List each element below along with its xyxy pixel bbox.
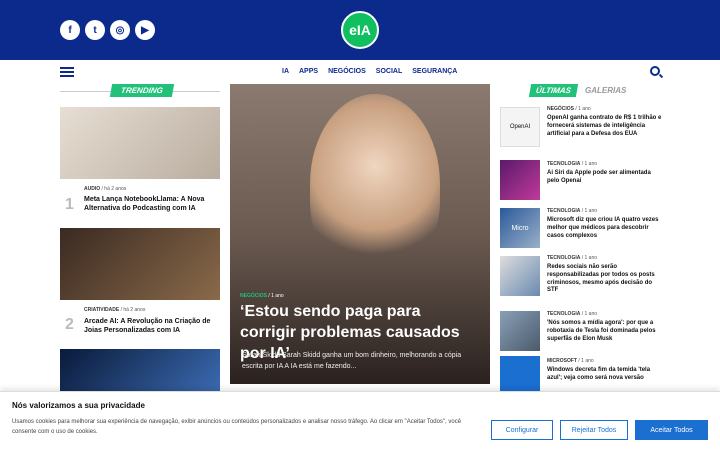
configure-button[interactable]: Configurar bbox=[491, 420, 553, 440]
accept-all-button[interactable]: Aceitar Todos bbox=[635, 420, 708, 440]
latest-title[interactable]: Redes sociais não serão responsabilizada… bbox=[547, 264, 662, 295]
trending-title[interactable]: Arcade AI: A Revolução na Criação de Joi… bbox=[84, 317, 219, 335]
trending-category[interactable]: AUDIO bbox=[84, 186, 100, 192]
latest-category[interactable]: TECNOLOGIA bbox=[547, 161, 580, 167]
cookie-text: Usamos cookies para melhorar sua experiê… bbox=[12, 419, 462, 435]
latest-thumb-4[interactable] bbox=[500, 256, 540, 296]
nav-item-apps[interactable]: APPS bbox=[299, 68, 318, 75]
latest-category[interactable]: TECNOLOGIA bbox=[547, 208, 580, 214]
reject-all-button[interactable]: Rejeitar Todos bbox=[560, 420, 628, 440]
trending-image-2[interactable] bbox=[60, 228, 220, 300]
nav-item-seguranca[interactable]: SEGURANÇA bbox=[412, 68, 457, 75]
latest-meta: TECNOLOGIA / 1 ano bbox=[547, 161, 598, 167]
nav-item-social[interactable]: SOCIAL bbox=[376, 68, 402, 75]
site-logo[interactable]: eIA bbox=[341, 11, 379, 49]
hero-article[interactable]: NEGÓCIOS / 1 ano ‘Estou sendo paga para … bbox=[230, 84, 490, 384]
latest-title[interactable]: OpenAI ganha contrato de R$ 1 trilhão e … bbox=[547, 115, 662, 138]
trending-time: há 2 anos bbox=[104, 186, 127, 192]
latest-time: 1 ano bbox=[584, 255, 598, 261]
latest-meta: TECNOLOGIA / 1 ano bbox=[547, 208, 598, 214]
trending-image-3[interactable] bbox=[60, 349, 220, 391]
trending-number: 1 bbox=[65, 196, 74, 213]
search-icon[interactable] bbox=[650, 66, 660, 76]
galleries-tab[interactable]: GALERIAS bbox=[585, 86, 626, 95]
facebook-icon[interactable]: f bbox=[60, 20, 80, 40]
cookie-banner: Nós valorizamos a sua privacidade Usamos… bbox=[0, 391, 720, 450]
latest-meta: TECNOLOGIA / 1 ano bbox=[547, 311, 598, 317]
latest-title[interactable]: Ai Siri da Apple pode ser alimentada pel… bbox=[547, 170, 662, 186]
latest-thumb-6[interactable] bbox=[500, 356, 540, 391]
trending-number: 2 bbox=[65, 316, 74, 333]
nav-menu: IA APPS NEGÓCIOS SOCIAL SEGURANÇA bbox=[282, 68, 457, 75]
latest-thumb-2[interactable] bbox=[500, 160, 540, 200]
menu-icon[interactable] bbox=[60, 67, 74, 77]
latest-category[interactable]: TECNOLOGIA bbox=[547, 255, 580, 261]
nav-item-ia[interactable]: IA bbox=[282, 68, 289, 75]
instagram-icon[interactable]: ◎ bbox=[110, 20, 130, 40]
latest-time: 1 ano bbox=[578, 106, 591, 112]
latest-thumb-3[interactable]: Micro bbox=[500, 208, 540, 248]
latest-title[interactable]: Windows decreta fim da temida 'tela azul… bbox=[547, 367, 662, 383]
hero-time: 1 ano bbox=[271, 293, 284, 299]
main-nav: IA APPS NEGÓCIOS SOCIAL SEGURANÇA bbox=[0, 60, 720, 84]
trending-time: há 2 anos bbox=[123, 307, 146, 313]
twitter-icon[interactable]: t bbox=[85, 20, 105, 40]
trending-meta: AUDIO / há 2 anos bbox=[84, 186, 127, 192]
top-bar: f t ◎ ▶ eIA bbox=[0, 0, 720, 60]
latest-category[interactable]: NEGÓCIOS bbox=[547, 106, 574, 112]
youtube-icon[interactable]: ▶ bbox=[135, 20, 155, 40]
latest-meta: TECNOLOGIA / 1 ano bbox=[547, 255, 598, 261]
latest-header: ÚLTIMAS GALERIAS bbox=[500, 84, 660, 100]
trending-image-1[interactable] bbox=[60, 107, 220, 179]
latest-meta: MICROSOFT / 1 ano bbox=[547, 358, 594, 364]
hero-image bbox=[310, 94, 440, 274]
latest-title[interactable]: 'Nós somos a mídia agora': por que a rob… bbox=[547, 320, 662, 343]
latest-meta: NEGÓCIOS / 1 ano bbox=[547, 106, 591, 112]
trending-category[interactable]: CRIATIVIDADE bbox=[84, 307, 119, 313]
latest-category[interactable]: MICROSOFT bbox=[547, 358, 577, 364]
trending-meta: CRIATIVIDADE / há 2 anos bbox=[84, 307, 146, 313]
latest-thumb-5[interactable] bbox=[500, 311, 540, 351]
trending-title[interactable]: Meta Lança NotebookLlama: A Nova Alterna… bbox=[84, 195, 219, 213]
latest-time: 1 ano bbox=[581, 358, 594, 364]
hero-category[interactable]: NEGÓCIOS bbox=[240, 293, 267, 299]
latest-time: 1 ano bbox=[584, 311, 598, 317]
cookie-title: Nós valorizamos a sua privacidade bbox=[12, 401, 145, 410]
latest-time: 1 ano bbox=[584, 208, 598, 214]
hero-meta: NEGÓCIOS / 1 ano bbox=[240, 293, 284, 299]
latest-tab[interactable]: ÚLTIMAS bbox=[528, 84, 579, 97]
latest-title[interactable]: Microsoft diz que criou IA quatro vezes … bbox=[547, 217, 662, 240]
hero-excerpt: Sarah Skidd Sarah Skidd ganha um bom din… bbox=[242, 352, 462, 370]
latest-time: 1 ano bbox=[584, 161, 598, 167]
trending-label: TRENDING bbox=[109, 84, 174, 97]
social-links: f t ◎ ▶ bbox=[60, 20, 155, 40]
trending-header: TRENDING bbox=[60, 84, 220, 100]
latest-thumb-1[interactable]: OpenAI bbox=[500, 107, 540, 147]
latest-category[interactable]: TECNOLOGIA bbox=[547, 311, 580, 317]
nav-item-negocios[interactable]: NEGÓCIOS bbox=[328, 68, 366, 75]
